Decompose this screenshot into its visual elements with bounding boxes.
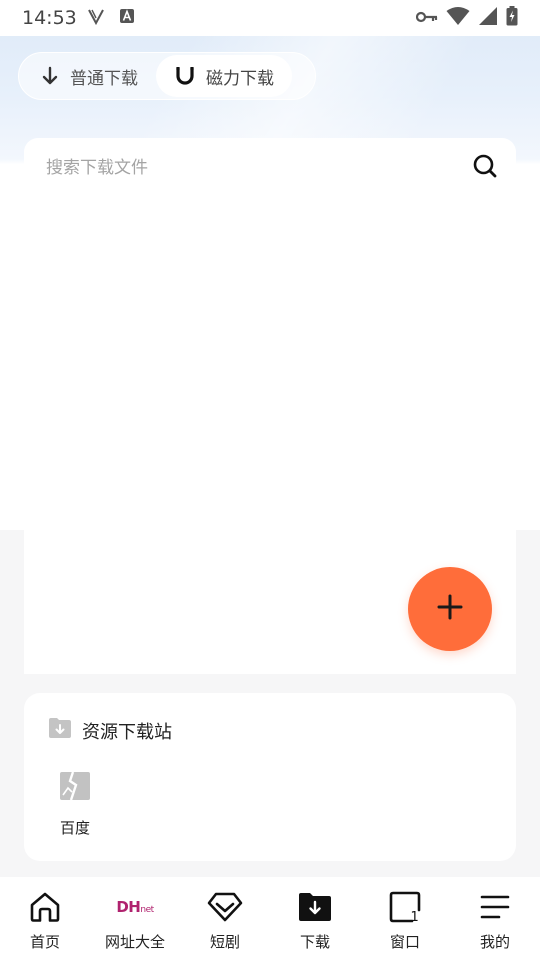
nav-label-download: 下载 [299,933,330,951]
home-icon [29,889,61,925]
download-mode-toggle: 普通下载 磁力下载 [18,52,316,100]
a-icon [119,7,135,29]
magnet-download-label: 磁力下载 [206,68,274,89]
battery-charging-icon [506,5,518,31]
nav-label-home: 首页 [29,933,60,951]
bottom-navigation: 首页 DHnet 网址大全 短剧 下载 1 窗口 我的 [0,877,540,960]
status-bar: 14:53 [0,0,540,36]
nav-item-short-drama[interactable]: 短剧 [180,877,270,960]
dh-net-logo: DHnet [116,889,154,925]
nav-label-windows: 窗口 [389,933,420,951]
v-icon [87,7,105,30]
magnet-download-tab[interactable]: 磁力下载 [156,55,292,97]
nav-label-directory: 网址大全 [104,933,165,951]
nav-label-short-drama: 短剧 [209,933,240,951]
broken-image-icon [59,771,91,805]
window-icon: 1 [388,889,422,925]
plus-icon [437,594,463,624]
site-item-baidu[interactable]: 百度 [52,771,98,838]
diamond-icon [207,889,243,925]
normal-download-label: 普通下载 [70,68,138,89]
nav-label-profile: 我的 [479,933,510,951]
nav-item-download[interactable]: 下载 [270,877,360,960]
nav-item-windows[interactable]: 1 窗口 [360,877,450,960]
search-input[interactable] [46,158,472,178]
wifi-icon [446,6,470,31]
nav-item-profile[interactable]: 我的 [450,877,540,960]
resource-sites-header: 资源下载站 [48,717,172,744]
dh-logo-sub: net [140,905,154,915]
folder-download-icon [48,717,72,744]
magnet-icon [174,65,196,87]
download-folder-icon [298,889,332,925]
menu-icon [480,889,510,925]
arrow-down-icon [40,66,60,86]
resource-sites-card: 资源下载站 百度 [24,693,516,861]
search-bar [24,138,516,198]
normal-download-tab[interactable]: 普通下载 [22,55,156,97]
status-time: 14:53 [22,7,77,29]
add-download-button[interactable] [408,567,492,651]
resource-sites-title: 资源下载站 [82,721,172,743]
nav-item-home[interactable]: 首页 [0,877,90,960]
search-icon[interactable] [472,153,498,183]
nav-item-directory[interactable]: DHnet 网址大全 [90,877,180,960]
key-icon [415,7,438,29]
dh-logo-main: DH [116,898,141,916]
window-count-badge: 1 [411,910,419,924]
signal-icon [478,6,498,31]
site-label: 百度 [59,819,90,837]
